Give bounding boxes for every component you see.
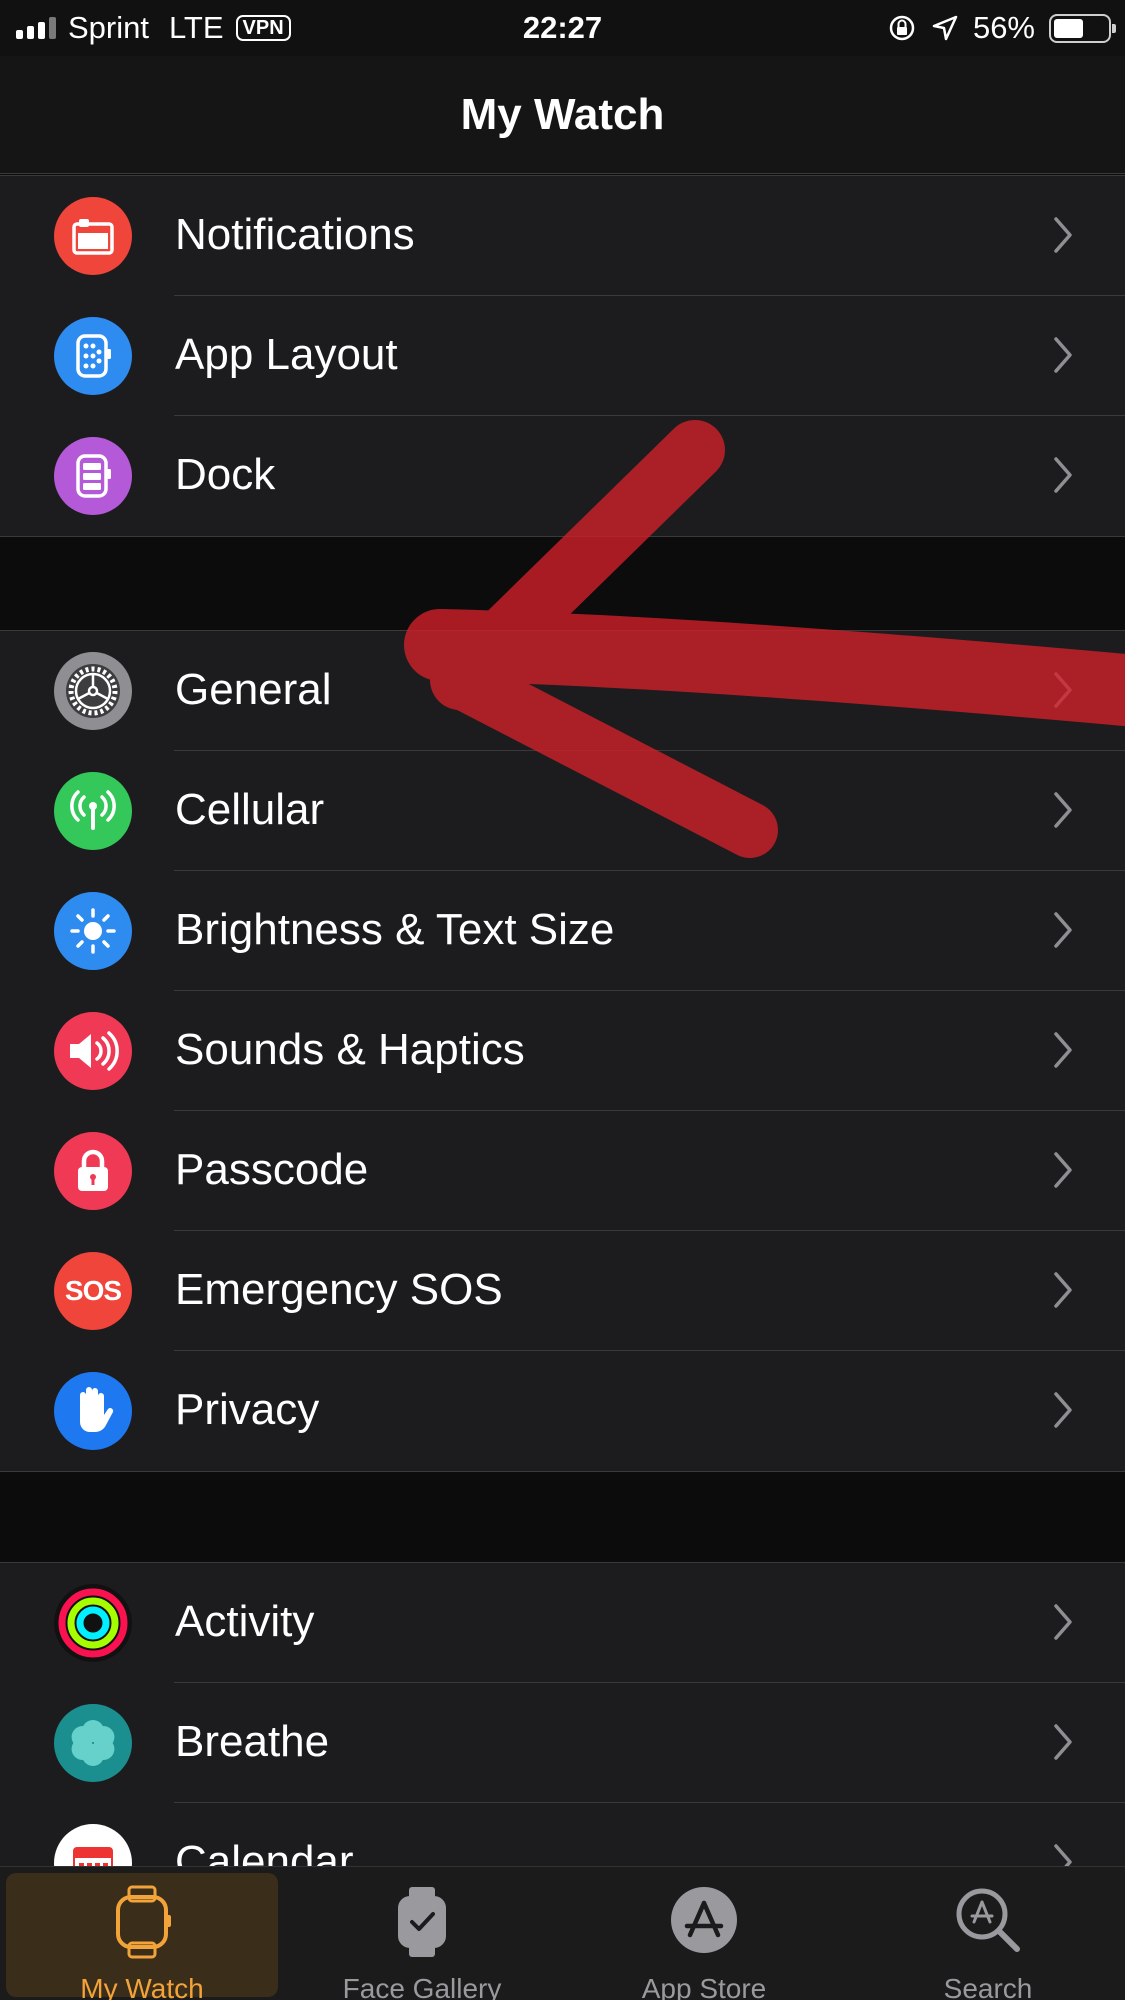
row-breathe[interactable]: Breathe [0, 1683, 1125, 1803]
tab-label: My Watch [80, 1973, 204, 2000]
chevron-right-icon [1054, 1152, 1072, 1188]
calendar-icon [54, 1824, 132, 1866]
sun-icon [54, 892, 132, 970]
face-gallery-icon [398, 1887, 446, 1957]
battery-icon [1049, 13, 1116, 43]
app-store-icon [671, 1887, 737, 1953]
breathe-icon [54, 1704, 132, 1782]
row-sounds-haptics[interactable]: Sounds & Haptics [0, 991, 1125, 1111]
row-label: General [175, 665, 332, 714]
row-label: Dock [175, 450, 276, 499]
tab-app-store[interactable]: App Store [572, 1873, 836, 2000]
chevron-right-icon [1054, 217, 1072, 253]
sos-icon: SOS [54, 1252, 132, 1330]
chevron-right-icon [1054, 1272, 1072, 1308]
antenna-icon [54, 772, 132, 850]
row-label: App Layout [175, 330, 398, 379]
tab-search[interactable]: Search [856, 1873, 1120, 2000]
settings-group-watch: Notifications App Layout Dock [0, 175, 1125, 537]
tab-my-watch[interactable]: My Watch [6, 1873, 278, 2000]
tab-label: Search [943, 1973, 1033, 2000]
chevron-right-icon [1054, 792, 1072, 828]
chevron-right-icon [1054, 337, 1072, 373]
chevron-right-icon [1054, 1604, 1072, 1640]
row-passcode[interactable]: Passcode [0, 1111, 1125, 1231]
row-general[interactable]: General [0, 631, 1125, 751]
navigation-bar: My Watch [0, 56, 1125, 174]
orientation-lock-icon [889, 15, 915, 41]
tab-label: App Store [641, 1973, 767, 2000]
chevron-right-icon [1054, 1844, 1072, 1866]
battery-percent: 56% [972, 10, 1035, 45]
row-calendar[interactable]: Calendar [0, 1803, 1125, 1866]
chevron-right-icon [1054, 457, 1072, 493]
gear-icon [54, 652, 132, 730]
tab-bar: My Watch Face Gallery App Store Search [0, 1866, 1125, 2000]
settings-group-apps: Activity Breathe Calendar [0, 1562, 1125, 1866]
hand-icon [54, 1372, 132, 1450]
activity-rings-icon [54, 1584, 132, 1662]
row-label: Brightness & Text Size [175, 905, 615, 954]
settings-group-system: General Cellular Brightness & Text Size … [0, 630, 1125, 1472]
tab-face-gallery[interactable]: Face Gallery [290, 1873, 554, 2000]
watch-icon [116, 1885, 171, 1959]
row-label: Cellular [175, 785, 325, 834]
row-cellular[interactable]: Cellular [0, 751, 1125, 871]
chevron-right-icon [1054, 1724, 1072, 1760]
chevron-right-icon [1054, 1392, 1072, 1428]
notifications-icon [54, 197, 132, 275]
row-label: Calendar [175, 1837, 354, 1866]
row-activity[interactable]: Activity [0, 1563, 1125, 1683]
chevron-right-icon [1054, 1032, 1072, 1068]
row-label: Activity [175, 1597, 315, 1646]
page-title: My Watch [460, 90, 665, 139]
row-label: Passcode [175, 1145, 369, 1194]
search-icon [956, 1888, 1020, 1952]
tab-label: Face Gallery [342, 1973, 502, 2000]
status-bar: Sprint LTE VPN 22:27 56% [0, 0, 1125, 56]
lock-icon [54, 1132, 132, 1210]
row-notifications[interactable]: Notifications [0, 176, 1125, 296]
row-emergency-sos[interactable]: SOS Emergency SOS [0, 1231, 1125, 1351]
row-label: Breathe [175, 1717, 330, 1766]
app-layout-icon [54, 317, 132, 395]
row-label: Privacy [175, 1385, 320, 1434]
row-brightness[interactable]: Brightness & Text Size [0, 871, 1125, 991]
row-label: Notifications [175, 210, 415, 259]
chevron-right-icon [1054, 912, 1072, 948]
location-icon [932, 15, 958, 41]
row-privacy[interactable]: Privacy [0, 1351, 1125, 1471]
row-label: Emergency SOS [175, 1265, 503, 1314]
row-app-layout[interactable]: App Layout [0, 296, 1125, 416]
row-dock[interactable]: Dock [0, 416, 1125, 536]
sos-icon-text: SOS [64, 1275, 122, 1306]
speaker-icon [54, 1012, 132, 1090]
chevron-right-icon [1054, 672, 1072, 708]
row-label: Sounds & Haptics [175, 1025, 525, 1074]
dock-icon [54, 437, 132, 515]
